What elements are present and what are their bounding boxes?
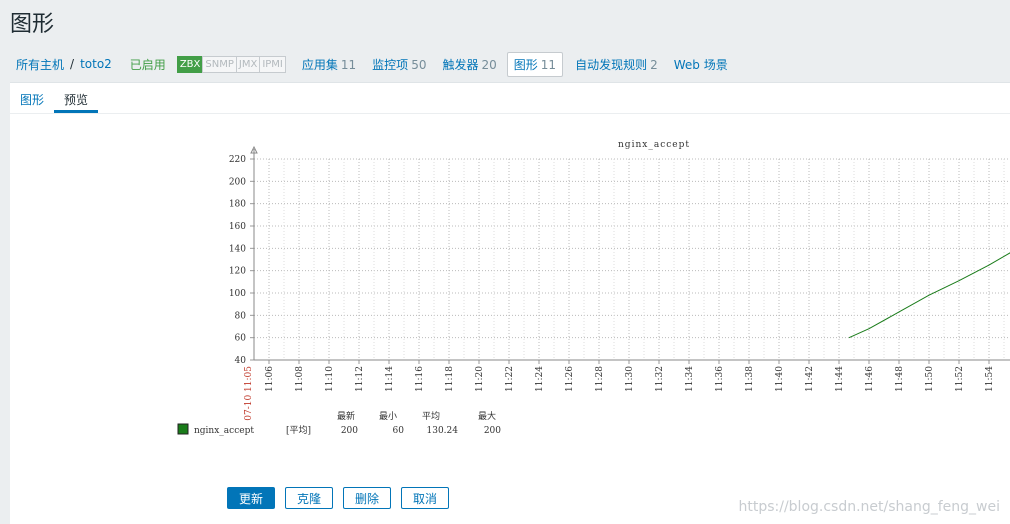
breadcrumb-items-label[interactable]: 监控项: [372, 58, 408, 72]
x-tick-label: 11:34: [685, 366, 695, 392]
x-tick-label: 11:36: [715, 366, 725, 392]
breadcrumb-items[interactable]: 监控项 50: [372, 56, 426, 73]
x-tick-label: 11:32: [655, 366, 665, 392]
triggers-count: 20: [481, 57, 497, 72]
y-tick-label: 60: [235, 334, 247, 344]
ipmi-badge: IPMI: [259, 55, 286, 73]
y-tick-label: 200: [229, 177, 246, 187]
legend-value: 130.24: [427, 426, 459, 436]
breadcrumb-applications-label[interactable]: 应用集: [302, 58, 338, 72]
legend-header: 最小: [379, 411, 397, 422]
x-tick-label: 11:28: [595, 366, 605, 392]
breadcrumb-applications[interactable]: 应用集 11: [302, 56, 356, 73]
watermark-text: https://blog.csdn.net/shang_feng_wei: [738, 499, 1000, 515]
y-tick-label: 140: [229, 244, 246, 254]
x-tick-label: 11:22: [505, 366, 515, 392]
legend-function: [平均]: [286, 424, 311, 436]
x-tick-label: 11:42: [805, 366, 815, 392]
zbx-badge: ZBX: [176, 55, 204, 73]
x-tick-label: 11:20: [475, 366, 485, 392]
y-tick-label: 180: [229, 200, 246, 210]
breadcrumb-host[interactable]: toto2: [80, 57, 112, 71]
clone-button[interactable]: 克隆: [285, 487, 333, 509]
breadcrumb-discovery-rules[interactable]: 自动发现规则 2: [575, 56, 658, 73]
breadcrumb-web-scenarios[interactable]: Web 场景: [674, 56, 731, 73]
y-tick-label: 40: [235, 356, 247, 366]
legend-value: 200: [341, 426, 358, 436]
x-tick-label: 11:26: [565, 366, 575, 392]
x-tick-label: 11:52: [955, 366, 965, 392]
x-tick-label: 11:10: [325, 366, 335, 392]
x-tick-label: 11:48: [895, 366, 905, 392]
delete-button[interactable]: 删除: [343, 487, 391, 509]
x-tick-label: 11:24: [535, 366, 545, 392]
jmx-badge: JMX: [235, 55, 261, 73]
legend-header: 平均: [422, 410, 440, 422]
x-tick-label: 11:38: [745, 366, 755, 392]
breadcrumb: 所有主机 / toto2 已启用 ZBX SNMP JMX IPMI 应用集 11…: [0, 48, 1010, 80]
breadcrumb-graphs-label[interactable]: 图形: [514, 58, 538, 72]
y-tick-label: 120: [229, 267, 246, 277]
legend-value: 200: [484, 426, 501, 436]
graph-preview: nginx_accept 40 60 80 100 120 140 160 180 200 220 1…: [177, 140, 1010, 436]
breadcrumb-separator: /: [70, 57, 75, 71]
breadcrumb-web-scenarios-label[interactable]: Web 场景: [674, 58, 728, 72]
x-tick-label: 11:44: [835, 366, 845, 392]
items-count: 50: [411, 57, 427, 72]
graphs-count: 11: [540, 57, 557, 72]
breadcrumb-discovery-rules-label[interactable]: 自动发现规则: [575, 58, 647, 72]
legend-swatch: [177, 423, 189, 435]
x-tick-label: 11:54: [985, 366, 995, 392]
legend-layer: 最新 最小 平均 最大 nginx_accept [平均] 200 60 130.24 200: [177, 410, 501, 436]
y-tick-label: 100: [229, 289, 246, 299]
availability-badges: ZBX SNMP JMX IPMI: [176, 55, 286, 73]
x-tick-label: 11:06: [265, 366, 275, 392]
y-tick-label: 160: [229, 222, 246, 232]
chart-title: nginx_accept: [618, 140, 690, 150]
legend-value: 60: [393, 426, 405, 436]
legend-header: 最大: [478, 410, 496, 422]
x-tick-label: 11:40: [775, 366, 785, 392]
breadcrumb-triggers-label[interactable]: 触发器: [442, 58, 478, 72]
breadcrumb-triggers[interactable]: 触发器 20: [442, 56, 496, 73]
x-tick-label: 11:16: [415, 366, 425, 392]
breadcrumb-graphs[interactable]: 图形 11: [506, 51, 564, 77]
discovery-rules-count: 2: [650, 57, 658, 72]
axis-layer: nginx_accept 40 60 80 100 120 140 160 180 200 220 1…: [229, 140, 1010, 421]
x-tick-label: 11:18: [445, 366, 455, 392]
x-tick-label: 11:30: [625, 366, 635, 392]
x-start-label: 07-10 11:05: [244, 366, 254, 421]
x-tick-label: 11:12: [355, 366, 365, 392]
legend-header: 最新: [337, 410, 355, 422]
snmp-badge: SNMP: [202, 55, 237, 73]
content-panel: 图形 预览 nginx_accept 40 60 80 100 120 140 160 180 2…: [10, 82, 1010, 524]
host-status-enabled[interactable]: 已启用: [130, 56, 166, 73]
x-tick-label: 11:50: [925, 366, 935, 392]
breadcrumb-all-hosts[interactable]: 所有主机: [16, 56, 64, 73]
page-title: 图形: [10, 12, 55, 37]
x-tick-label: 11:46: [865, 366, 875, 392]
cancel-button[interactable]: 取消: [401, 487, 449, 509]
update-button[interactable]: 更新: [227, 487, 275, 509]
grid-layer: [253, 158, 1010, 360]
legend-series-name: nginx_accept: [194, 426, 254, 436]
x-tick-label: 11:14: [385, 366, 395, 392]
y-tick-label: 80: [235, 311, 247, 321]
y-tick-label: 220: [229, 155, 246, 165]
x-tick-label: 11:08: [295, 366, 305, 392]
applications-count: 11: [340, 57, 357, 72]
